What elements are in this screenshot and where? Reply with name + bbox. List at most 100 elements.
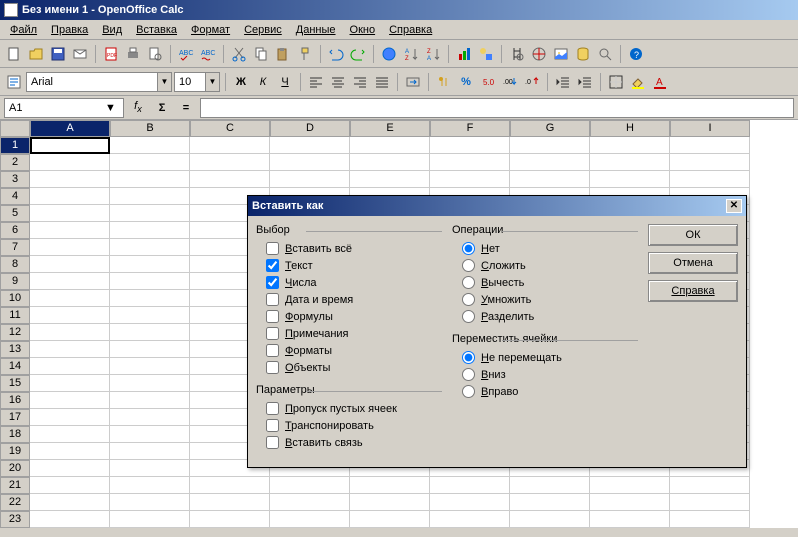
menu-file[interactable]: Файл bbox=[4, 22, 43, 38]
select-all-corner[interactable] bbox=[0, 120, 30, 137]
row-header[interactable]: 6 bbox=[0, 222, 30, 239]
cell[interactable] bbox=[350, 171, 430, 188]
find-button[interactable] bbox=[507, 44, 527, 64]
menu-window[interactable]: Окно bbox=[344, 22, 382, 38]
cell[interactable] bbox=[30, 477, 110, 494]
cut-button[interactable] bbox=[229, 44, 249, 64]
cell[interactable] bbox=[670, 477, 750, 494]
cell[interactable] bbox=[350, 154, 430, 171]
cell[interactable] bbox=[350, 511, 430, 528]
cell[interactable] bbox=[190, 511, 270, 528]
help-button[interactable]: Справка bbox=[648, 280, 738, 302]
cell[interactable] bbox=[30, 460, 110, 477]
new-button[interactable] bbox=[4, 44, 24, 64]
column-header[interactable]: F bbox=[430, 120, 510, 137]
cell[interactable] bbox=[350, 477, 430, 494]
cell[interactable] bbox=[110, 426, 190, 443]
sort-asc-button[interactable]: AZ bbox=[401, 44, 421, 64]
cell[interactable] bbox=[510, 171, 590, 188]
equals-button[interactable]: = bbox=[176, 98, 196, 118]
cell[interactable] bbox=[110, 460, 190, 477]
cell[interactable] bbox=[110, 443, 190, 460]
column-header[interactable]: C bbox=[190, 120, 270, 137]
cell[interactable] bbox=[510, 511, 590, 528]
spellcheck-button[interactable]: ABC bbox=[176, 44, 196, 64]
row-header[interactable]: 19 bbox=[0, 443, 30, 460]
row-header[interactable]: 5 bbox=[0, 205, 30, 222]
cell[interactable] bbox=[30, 154, 110, 171]
underline-button[interactable]: Ч bbox=[275, 72, 295, 92]
cell[interactable] bbox=[510, 477, 590, 494]
font-size-dropdown[interactable]: ▼ bbox=[174, 72, 220, 92]
formula-input[interactable] bbox=[200, 98, 794, 118]
checkbox-input[interactable] bbox=[266, 293, 279, 306]
row-header[interactable]: 17 bbox=[0, 409, 30, 426]
menu-tools[interactable]: Сервис bbox=[238, 22, 288, 38]
cell[interactable] bbox=[110, 205, 190, 222]
radio-input[interactable] bbox=[462, 293, 475, 306]
font-size-input[interactable] bbox=[175, 76, 205, 88]
checkbox-input[interactable] bbox=[266, 310, 279, 323]
print-button[interactable] bbox=[123, 44, 143, 64]
remove-decimal-button[interactable]: .0 bbox=[522, 72, 542, 92]
checkbox-input[interactable] bbox=[266, 242, 279, 255]
undo-button[interactable] bbox=[326, 44, 346, 64]
cell[interactable] bbox=[30, 443, 110, 460]
cell[interactable] bbox=[190, 477, 270, 494]
gallery-button[interactable] bbox=[551, 44, 571, 64]
cell[interactable] bbox=[30, 358, 110, 375]
cell[interactable] bbox=[30, 426, 110, 443]
cell[interactable] bbox=[590, 154, 670, 171]
cell[interactable] bbox=[110, 273, 190, 290]
save-button[interactable] bbox=[48, 44, 68, 64]
cell[interactable] bbox=[430, 494, 510, 511]
navigator-button[interactable] bbox=[529, 44, 549, 64]
cell[interactable] bbox=[30, 324, 110, 341]
cell[interactable] bbox=[110, 307, 190, 324]
cell[interactable] bbox=[190, 171, 270, 188]
menu-help[interactable]: Справка bbox=[383, 22, 438, 38]
sort-desc-button[interactable]: ZA bbox=[423, 44, 443, 64]
cell[interactable] bbox=[30, 137, 110, 154]
column-header[interactable]: B bbox=[110, 120, 190, 137]
increase-indent-button[interactable] bbox=[575, 72, 595, 92]
cell[interactable] bbox=[30, 392, 110, 409]
ok-button[interactable]: ОК bbox=[648, 224, 738, 246]
cell[interactable] bbox=[110, 324, 190, 341]
row-header[interactable]: 13 bbox=[0, 341, 30, 358]
align-justify-button[interactable] bbox=[372, 72, 392, 92]
row-header[interactable]: 1 bbox=[0, 137, 30, 154]
radio-input[interactable] bbox=[462, 385, 475, 398]
column-header[interactable]: G bbox=[510, 120, 590, 137]
show-draw-button[interactable] bbox=[476, 44, 496, 64]
cell[interactable] bbox=[110, 477, 190, 494]
column-header[interactable]: H bbox=[590, 120, 670, 137]
cell[interactable] bbox=[590, 171, 670, 188]
row-header[interactable]: 7 bbox=[0, 239, 30, 256]
radio-input[interactable] bbox=[462, 242, 475, 255]
cell[interactable] bbox=[190, 137, 270, 154]
cell[interactable] bbox=[30, 222, 110, 239]
cell[interactable] bbox=[510, 137, 590, 154]
column-header[interactable]: D bbox=[270, 120, 350, 137]
cell[interactable] bbox=[110, 392, 190, 409]
row-header[interactable]: 23 bbox=[0, 511, 30, 528]
email-button[interactable] bbox=[70, 44, 90, 64]
row-header[interactable]: 10 bbox=[0, 290, 30, 307]
datasource-button[interactable] bbox=[573, 44, 593, 64]
cell[interactable] bbox=[270, 494, 350, 511]
autospell-button[interactable]: ABC bbox=[198, 44, 218, 64]
close-button[interactable]: ✕ bbox=[726, 199, 742, 213]
cell[interactable] bbox=[110, 511, 190, 528]
open-button[interactable] bbox=[26, 44, 46, 64]
checkbox-input[interactable] bbox=[266, 344, 279, 357]
row-header[interactable]: 3 bbox=[0, 171, 30, 188]
checkbox-input[interactable] bbox=[266, 419, 279, 432]
bgcolor-button[interactable] bbox=[628, 72, 648, 92]
cell[interactable] bbox=[670, 154, 750, 171]
menu-edit[interactable]: Правка bbox=[45, 22, 94, 38]
dialog-titlebar[interactable]: Вставить как ✕ bbox=[248, 196, 746, 216]
fontcolor-button[interactable]: A bbox=[650, 72, 670, 92]
cell[interactable] bbox=[30, 256, 110, 273]
cell[interactable] bbox=[510, 154, 590, 171]
